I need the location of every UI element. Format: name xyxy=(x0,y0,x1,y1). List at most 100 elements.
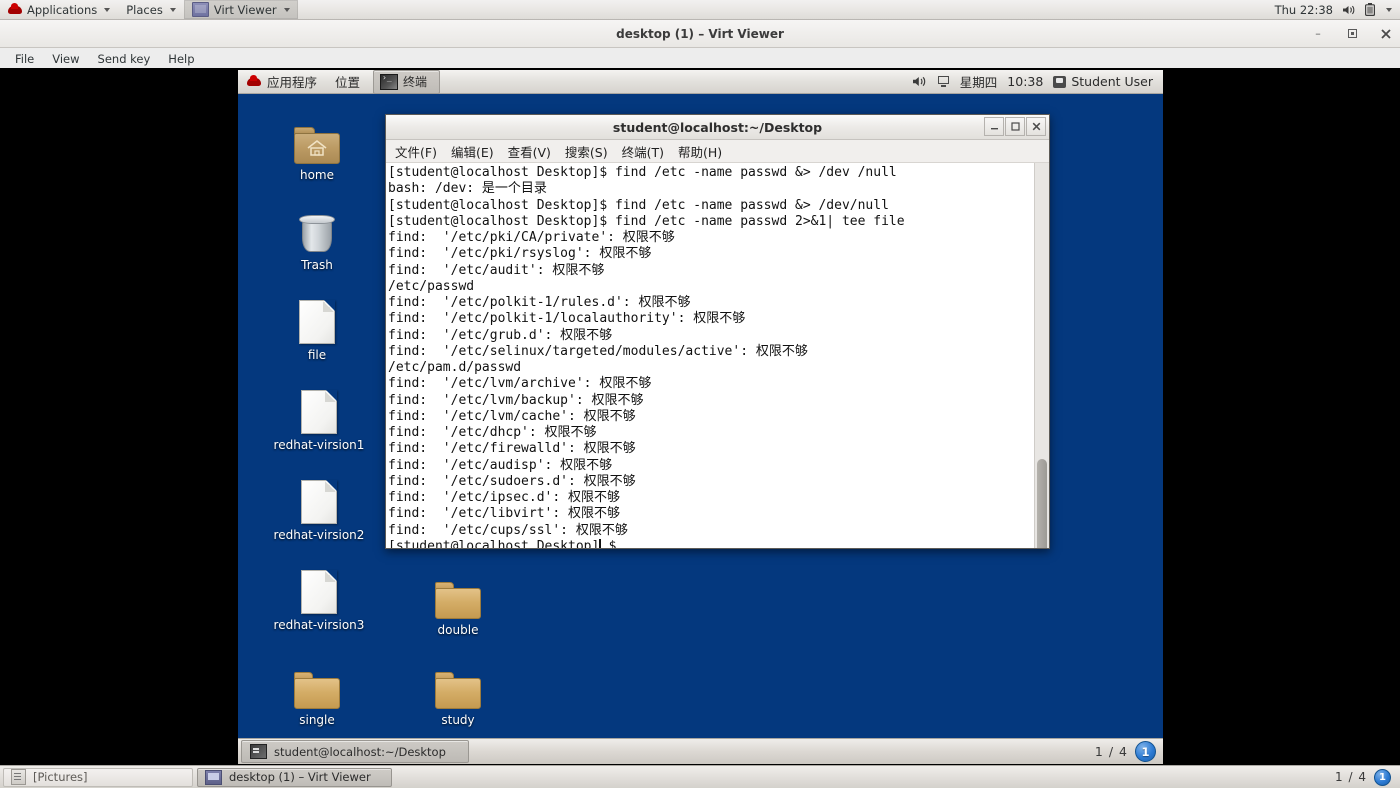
vm-panel-task-terminal[interactable]: 终端 xyxy=(373,70,441,94)
chevron-down-icon[interactable] xyxy=(1386,7,1392,12)
maximize-button[interactable] xyxy=(1344,26,1360,42)
terminal-maximize-button[interactable] xyxy=(1005,117,1025,136)
terminal-line: find: '/etc/lvm/archive': 权限不够 xyxy=(388,376,652,392)
terminal-line: bash: /dev: 是一个目录 xyxy=(388,181,547,197)
scrollbar-thumb[interactable] xyxy=(1037,459,1047,548)
terminal-close-button[interactable] xyxy=(1026,117,1046,136)
desktop-icon-label: file xyxy=(307,348,327,362)
terminal-prompt-suffix: $ xyxy=(600,538,617,548)
terminal-menu-view[interactable]: 查看(V) xyxy=(501,142,558,161)
terminal-window: student@localhost:~/Desktop 文件(F) 编辑(E) … xyxy=(385,114,1050,549)
host-taskbar-item-pictures[interactable]: [Pictures] xyxy=(3,767,193,787)
terminal-body[interactable]: [student@localhost Desktop]$ find /etc -… xyxy=(386,163,1049,548)
virt-viewer-titlebar[interactable]: desktop (1) – Virt Viewer – xyxy=(0,20,1400,48)
host-places-menu[interactable]: Places xyxy=(118,0,184,19)
home-folder-icon xyxy=(269,112,365,164)
menu-help[interactable]: Help xyxy=(159,52,203,66)
vm-taskbar: student@localhost:~/Desktop 1 / 4 1 xyxy=(238,738,1163,764)
menu-file[interactable]: File xyxy=(6,52,43,66)
display-icon[interactable] xyxy=(937,75,950,88)
desktop-icon-redhat-virsion1[interactable]: redhat-virsion1 xyxy=(269,382,369,452)
vm-user-menu[interactable]: Student User xyxy=(1053,74,1153,89)
host-taskbar-item-virt-viewer[interactable]: desktop (1) – Virt Viewer xyxy=(197,767,392,787)
desktop-icon-study[interactable]: study xyxy=(410,657,506,727)
host-top-panel: Applications Places Virt Viewer Thu 22:3… xyxy=(0,0,1400,20)
user-icon xyxy=(1053,75,1067,88)
terminal-line: [student@localhost Desktop]$ find /etc -… xyxy=(388,165,897,180)
host-workspace-indicator[interactable]: 1 xyxy=(1374,768,1391,786)
vm-workspace-label: 1 / 4 xyxy=(1094,744,1128,759)
desktop-icon-redhat-virsion2[interactable]: redhat-virsion2 xyxy=(269,472,369,542)
vm-applications-menu[interactable]: 应用程序 xyxy=(238,70,326,93)
desktop-icon-label: double xyxy=(437,623,479,637)
terminal-menu-help[interactable]: 帮助(H) xyxy=(671,142,729,161)
vm-clock-time[interactable]: 10:38 xyxy=(1007,74,1043,89)
terminal-line: find: '/etc/pki/rsyslog': 权限不够 xyxy=(388,246,652,262)
host-app-label: Virt Viewer xyxy=(213,2,277,17)
folder-icon xyxy=(269,657,365,709)
vm-workspace-indicator[interactable]: 1 xyxy=(1135,741,1156,762)
chevron-down-icon xyxy=(169,7,176,12)
vm-clock-day[interactable]: 星期四 xyxy=(960,72,998,91)
terminal-icon xyxy=(380,73,399,90)
host-workspace-label: 1 / 4 xyxy=(1335,770,1367,784)
terminal-line: find: '/etc/grub.d': 权限不够 xyxy=(388,327,613,343)
host-taskbar-item-label: [Pictures] xyxy=(33,770,88,784)
speaker-icon[interactable] xyxy=(1342,4,1356,16)
terminal-line: find: '/etc/audit': 权限不够 xyxy=(388,262,605,278)
terminal-menu-file[interactable]: 文件(F) xyxy=(388,142,444,161)
desktop-icon-label: Trash xyxy=(301,258,333,272)
folder-icon xyxy=(410,567,506,619)
pictures-icon xyxy=(11,769,26,785)
terminal-output: [student@localhost Desktop]$ find /etc -… xyxy=(386,163,1034,548)
vm-panel-status-area: 星期四 10:38 Student User xyxy=(912,72,1163,91)
vm-applications-label: 应用程序 xyxy=(267,75,318,90)
virt-viewer-icon xyxy=(191,2,209,17)
menu-send-key[interactable]: Send key xyxy=(89,52,160,66)
host-panel-status-area: Thu 22:38 xyxy=(1275,3,1400,17)
terminal-line: find: '/etc/polkit-1/rules.d': 权限不够 xyxy=(388,295,691,310)
terminal-line: find: '/etc/lvm/backup': 权限不够 xyxy=(388,392,644,408)
host-applications-menu[interactable]: Applications xyxy=(0,0,118,19)
file-icon xyxy=(269,382,369,434)
terminal-menu-edit[interactable]: 编辑(E) xyxy=(444,142,501,161)
vm-places-menu[interactable]: 位置 xyxy=(326,70,369,93)
minimize-button[interactable]: – xyxy=(1310,26,1326,42)
desktop-icon-label: redhat-virsion3 xyxy=(273,618,365,632)
desktop-icon-label: redhat-virsion1 xyxy=(273,438,365,452)
terminal-prompt-line: [student@localhost Desktop] $ xyxy=(388,538,1034,548)
host-app-menu-virt-viewer[interactable]: Virt Viewer xyxy=(183,0,298,19)
terminal-minimize-button[interactable] xyxy=(984,117,1004,136)
desktop-icon-redhat-virsion3[interactable]: redhat-virsion3 xyxy=(269,562,369,632)
virt-viewer-window-controls: – xyxy=(1310,20,1394,47)
vm-places-label: 位置 xyxy=(335,75,361,90)
terminal-title: student@localhost:~/Desktop xyxy=(612,119,823,135)
desktop-icon-trash[interactable]: Trash xyxy=(269,202,365,272)
terminal-line: [student@localhost Desktop]$ find /etc -… xyxy=(388,213,905,229)
file-icon xyxy=(269,292,365,344)
terminal-line: find: '/etc/pki/CA/private': 权限不够 xyxy=(388,230,675,245)
close-button[interactable] xyxy=(1378,26,1394,42)
terminal-menu-terminal[interactable]: 终端(T) xyxy=(615,142,671,161)
terminal-line: find: '/etc/firewalld': 权限不够 xyxy=(388,441,636,457)
menu-view[interactable]: View xyxy=(43,52,88,66)
host-clock[interactable]: Thu 22:38 xyxy=(1275,3,1333,17)
chevron-down-icon xyxy=(104,7,111,12)
desktop-icon-single[interactable]: single xyxy=(269,657,365,727)
redhat-logo-icon xyxy=(247,75,261,88)
vm-taskbar-item-terminal[interactable]: student@localhost:~/Desktop xyxy=(241,740,469,763)
vm-workspace-switcher[interactable]: 1 / 4 1 xyxy=(1095,741,1160,762)
terminal-titlebar[interactable]: student@localhost:~/Desktop xyxy=(386,115,1049,140)
desktop-icon-file[interactable]: file xyxy=(269,292,365,362)
chevron-down-icon xyxy=(283,7,290,12)
speaker-icon[interactable] xyxy=(912,75,927,88)
terminal-menu-search[interactable]: 搜索(S) xyxy=(558,142,615,161)
file-icon xyxy=(269,472,369,524)
host-workspace-switcher[interactable]: 1 / 4 1 xyxy=(1335,768,1397,786)
terminal-scrollbar[interactable] xyxy=(1034,163,1049,548)
battery-icon[interactable] xyxy=(1365,3,1375,16)
desktop-icon-double[interactable]: double xyxy=(410,567,506,637)
virt-viewer-title: desktop (1) – Virt Viewer xyxy=(616,26,784,41)
terminal-line: [student@localhost Desktop]$ find /etc -… xyxy=(388,197,889,213)
desktop-icon-home[interactable]: home xyxy=(269,112,365,182)
